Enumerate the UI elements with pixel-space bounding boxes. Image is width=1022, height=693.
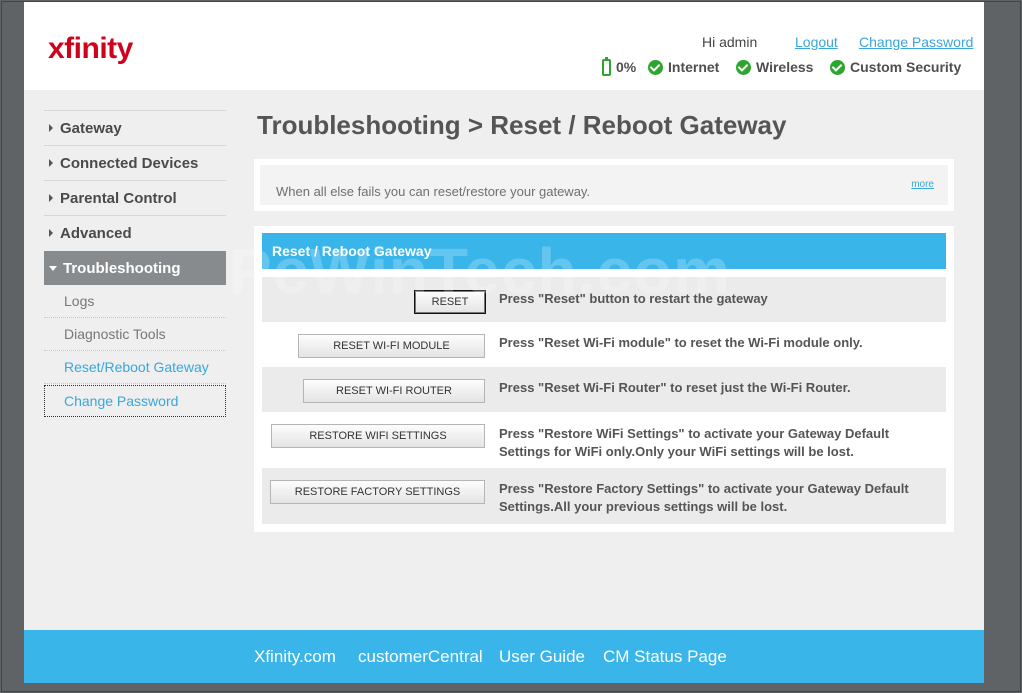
footer: Xfinity.com customerCentral User Guide C…	[24, 630, 984, 683]
footer-link-customer-central[interactable]: customerCentral	[358, 647, 483, 667]
wireless-status: Wireless	[736, 57, 813, 77]
sidebar-item-label: Gateway	[60, 119, 122, 137]
change-password-link[interactable]: Change Password	[859, 34, 973, 50]
chevron-right-icon	[49, 159, 53, 167]
internet-label: Internet	[668, 59, 720, 75]
more-link[interactable]: more	[911, 179, 934, 190]
sidebar-item-label: Advanced	[60, 224, 132, 242]
info-box-inner: When all else fails you can reset/restor…	[260, 165, 948, 205]
footer-link-cm-status[interactable]: CM Status Page	[603, 647, 727, 667]
reset-button[interactable]: RESET	[414, 290, 486, 314]
sidebar-subitem-diagnostic-tools[interactable]: Diagnostic Tools	[44, 318, 226, 351]
xfinity-logo: xfinity	[48, 32, 133, 66]
sidebar-item-connected-devices[interactable]: Connected Devices	[44, 145, 226, 180]
sidebar-item-label: Parental Control	[60, 189, 177, 207]
sidebar-item-troubleshooting[interactable]: Troubleshooting	[44, 250, 226, 285]
reset-description: Press "Reset" button to restart the gate…	[499, 291, 768, 306]
security-label: Custom Security	[850, 59, 962, 75]
restore-factory-settings-description: Press "Restore Factory Settings" to acti…	[499, 481, 909, 514]
sidebar-subitem-reset-reboot[interactable]: Reset/Reboot Gateway	[44, 351, 226, 384]
reset-panel: Reset / Reboot Gateway RESET Press "Rese…	[254, 226, 954, 532]
restore-wifi-settings-button[interactable]: RESTORE WIFI SETTINGS	[271, 424, 485, 448]
page: xfinity Hi admin Logout Change Password …	[24, 2, 984, 683]
info-box: When all else fails you can reset/restor…	[254, 159, 954, 211]
footer-link-xfinity[interactable]: Xfinity.com	[254, 647, 336, 667]
internet-status: Internet	[648, 57, 719, 77]
security-status: Custom Security	[830, 57, 961, 77]
greeting: Hi admin	[702, 34, 758, 50]
sidebar: Gateway Connected Devices Parental Contr…	[44, 110, 226, 417]
battery-label: 0%	[616, 59, 637, 75]
reset-wifi-module-row: RESET WI-FI MODULE Press "Reset Wi-Fi mo…	[262, 322, 946, 367]
sidebar-item-gateway[interactable]: Gateway	[44, 110, 226, 145]
panel-header: Reset / Reboot Gateway	[262, 233, 946, 269]
battery-status: 0%	[602, 56, 637, 77]
chevron-right-icon	[49, 124, 53, 132]
check-icon	[648, 59, 663, 75]
chevron-right-icon	[49, 229, 53, 237]
logo-text: xfinity	[48, 32, 133, 65]
restore-factory-settings-button[interactable]: RESTORE FACTORY SETTINGS	[270, 480, 485, 504]
sidebar-subitem-change-password[interactable]: Change Password	[44, 385, 226, 417]
reset-row: RESET Press "Reset" button to restart th…	[262, 277, 946, 322]
restore-wifi-settings-row: RESTORE WIFI SETTINGS Press "Restore WiF…	[262, 412, 946, 468]
battery-icon	[602, 56, 611, 76]
sidebar-item-advanced[interactable]: Advanced	[44, 215, 226, 250]
reset-wifi-router-row: RESET WI-FI ROUTER Press "Reset Wi-Fi Ro…	[262, 367, 946, 412]
check-icon	[830, 59, 845, 75]
reset-wifi-router-description: Press "Reset Wi-Fi Router" to reset just…	[499, 380, 851, 395]
reset-wifi-module-button[interactable]: RESET WI-FI MODULE	[298, 334, 485, 358]
sidebar-item-label: Connected Devices	[60, 154, 199, 172]
wireless-label: Wireless	[756, 59, 814, 75]
chevron-down-icon	[49, 265, 57, 271]
restore-factory-settings-row: RESTORE FACTORY SETTINGS Press "Restore …	[262, 468, 946, 524]
page-title: Troubleshooting > Reset / Reboot Gateway	[257, 110, 787, 140]
reset-wifi-module-description: Press "Reset Wi-Fi module" to reset the …	[499, 335, 863, 350]
check-icon	[736, 59, 751, 75]
reset-wifi-router-button[interactable]: RESET WI-FI ROUTER	[303, 379, 485, 403]
info-text: When all else fails you can reset/restor…	[276, 184, 591, 199]
footer-link-user-guide[interactable]: User Guide	[499, 647, 585, 667]
chevron-right-icon	[49, 194, 53, 202]
logout-link[interactable]: Logout	[795, 34, 838, 50]
sidebar-item-label: Troubleshooting	[63, 259, 181, 277]
restore-wifi-settings-description: Press "Restore WiFi Settings" to activat…	[499, 426, 890, 459]
sidebar-subitem-logs[interactable]: Logs	[44, 285, 226, 318]
sidebar-item-parental-control[interactable]: Parental Control	[44, 180, 226, 215]
header: xfinity Hi admin Logout Change Password …	[24, 2, 984, 90]
